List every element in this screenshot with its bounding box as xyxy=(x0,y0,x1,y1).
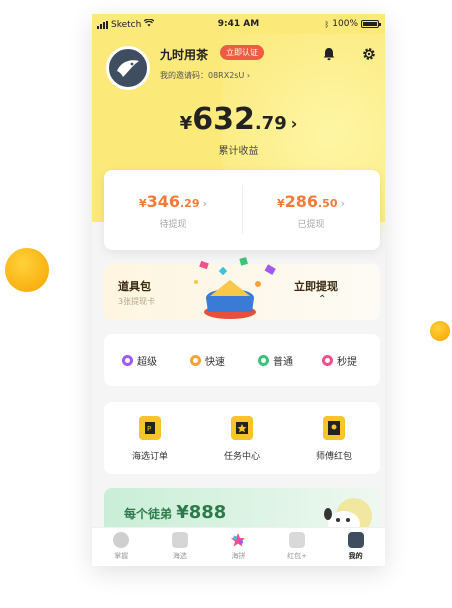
select-icon xyxy=(171,532,188,548)
tab-label: 海选 xyxy=(172,552,187,560)
chevron-right-icon: › xyxy=(290,114,298,133)
pending-label: 待提现 xyxy=(159,220,187,230)
phone-screen: Sketch 9:41 AM ᛒ 100% 九时用茶 立即认证 我的邀请码：08… xyxy=(92,14,385,566)
dot-icon xyxy=(190,355,201,366)
gift-box-illustration xyxy=(190,256,282,322)
star-icon xyxy=(230,532,246,548)
menu-label: 师傅红包 xyxy=(315,452,352,462)
withdrawn-amount-dec: .50 xyxy=(318,197,338,210)
bluetooth-icon: ᛒ xyxy=(324,19,330,29)
order-icon: P xyxy=(139,416,161,440)
promo-amount: ¥888 xyxy=(176,502,227,523)
pending-amount-dec: .29 xyxy=(180,197,200,210)
menu-item-tasks[interactable]: 任务中心 xyxy=(196,416,288,462)
invite-code-link[interactable]: 我的邀请码：08RX2sU › xyxy=(160,70,250,81)
speed-label: 快速 xyxy=(205,357,225,368)
svg-text:P: P xyxy=(147,425,151,433)
speed-label: 秒提 xyxy=(337,357,357,368)
speed-label: 普通 xyxy=(273,357,293,368)
profile-icon xyxy=(347,532,364,548)
withdraw-now-button[interactable]: 立即提现 xyxy=(294,278,338,294)
decor-circle-right xyxy=(430,321,450,341)
speed-option-fast[interactable]: 快速 xyxy=(190,353,225,368)
total-earnings-int: 632 xyxy=(192,102,255,137)
pending-withdrawal[interactable]: ¥346.29 › 待提现 xyxy=(104,192,242,230)
tab-label: 红包+ xyxy=(287,552,308,560)
battery-percent: 100% xyxy=(332,19,358,29)
dot-icon xyxy=(122,355,133,366)
speed-option-instant[interactable]: 秒提 xyxy=(322,353,357,368)
withdraw-speed-card: 超级 快速 普通 秒提 xyxy=(104,334,380,386)
redpack-icon xyxy=(289,532,306,548)
total-earnings-label: 累计收益 xyxy=(218,146,259,157)
bell-icon[interactable] xyxy=(322,46,336,61)
battery-icon xyxy=(361,20,381,28)
tab-redpack[interactable]: 红包+ xyxy=(268,528,327,566)
home-icon xyxy=(113,532,130,548)
banner-subtitle: 3张提现卡 xyxy=(118,297,156,306)
invite-code: 我的邀请码：08RX2sU xyxy=(160,71,245,80)
tab-label: 海拼 xyxy=(231,552,246,560)
menu-item-orders[interactable]: P 海选订单 xyxy=(104,416,196,462)
tab-home[interactable]: 掌握 xyxy=(92,528,151,566)
speed-label: 超级 xyxy=(137,357,157,368)
total-earnings-dec: .79 xyxy=(254,113,287,134)
currency-symbol: ¥ xyxy=(179,113,193,134)
pending-amount-int: 346 xyxy=(146,192,180,211)
prop-pack-banner[interactable]: 道具包 3张提现卡 立即提现 ⌃ xyxy=(104,257,380,320)
tab-label: 掌握 xyxy=(114,552,129,560)
dot-icon xyxy=(258,355,269,366)
status-bar: Sketch 9:41 AM ᛒ 100% xyxy=(92,14,385,34)
menu-label: 任务中心 xyxy=(223,452,260,462)
red-packet-icon xyxy=(323,416,345,440)
avatar[interactable] xyxy=(106,46,150,90)
speed-option-normal[interactable]: 普通 xyxy=(258,353,293,368)
task-icon xyxy=(231,416,253,440)
withdrawn-label: 已提现 xyxy=(297,220,325,230)
chevron-right-icon: › xyxy=(246,71,251,80)
wallet-card: ¥346.29 › 待提现 ¥286.50 › 已提现 xyxy=(104,170,380,250)
tab-profile[interactable]: 我的 xyxy=(326,528,385,566)
tab-label: 我的 xyxy=(348,552,363,560)
menu-item-red-packet[interactable]: 师傅红包 xyxy=(288,416,380,462)
verify-badge[interactable]: 立即认证 xyxy=(220,45,264,60)
tab-select[interactable]: 海选 xyxy=(151,528,210,566)
decor-circle-left xyxy=(5,248,49,292)
speed-option-super[interactable]: 超级 xyxy=(122,353,157,368)
chevron-right-icon: › xyxy=(202,197,208,210)
banner-title: 道具包 xyxy=(118,280,151,293)
chevron-up-icon: ⌃ xyxy=(318,294,327,305)
gear-icon[interactable] xyxy=(362,46,376,60)
withdrawn[interactable]: ¥286.50 › 已提现 xyxy=(242,192,380,230)
function-menu: P 海选订单 任务中心 师傅红包 xyxy=(104,402,380,474)
tab-group[interactable]: 海拼 xyxy=(209,528,268,566)
menu-label: 海选订单 xyxy=(131,452,168,462)
promo-text: 每个徒弟 xyxy=(124,507,173,521)
tab-bar: 掌握 海选 海拼 红包+ 我的 xyxy=(92,527,385,566)
chevron-right-icon: › xyxy=(340,197,346,210)
dot-icon xyxy=(322,355,333,366)
avatar-bird-icon xyxy=(117,60,139,77)
total-earnings[interactable]: ¥632.79 › xyxy=(92,102,385,137)
withdrawn-amount-int: 286 xyxy=(284,192,318,211)
username: 九时用茶 xyxy=(160,48,209,62)
